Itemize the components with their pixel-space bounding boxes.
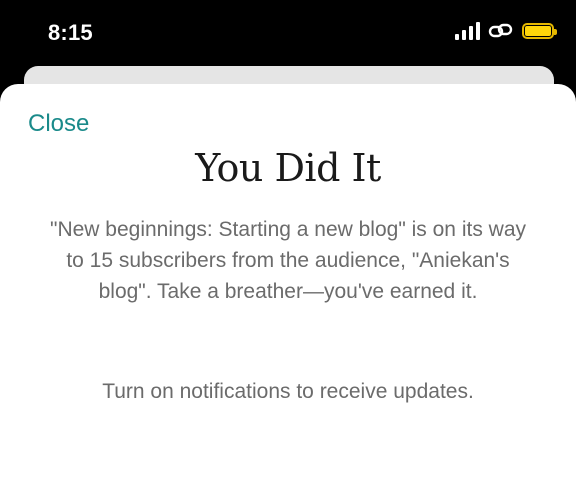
modal-title: You Did It <box>195 146 381 190</box>
modal-sheet: Close You Did It "New beginnings: Starti… <box>0 84 576 484</box>
notification-prompt: Turn on notifications to receive updates… <box>102 380 474 403</box>
status-time: 8:15 <box>48 20 93 45</box>
status-bar: 8:15 <box>0 0 576 66</box>
battery-icon <box>522 23 557 39</box>
close-button[interactable]: Close <box>28 110 89 138</box>
success-message: "New beginnings: Starting a new blog" is… <box>50 218 526 303</box>
status-icons <box>455 22 557 40</box>
link-icon <box>488 22 514 40</box>
signal-icon <box>455 22 480 40</box>
